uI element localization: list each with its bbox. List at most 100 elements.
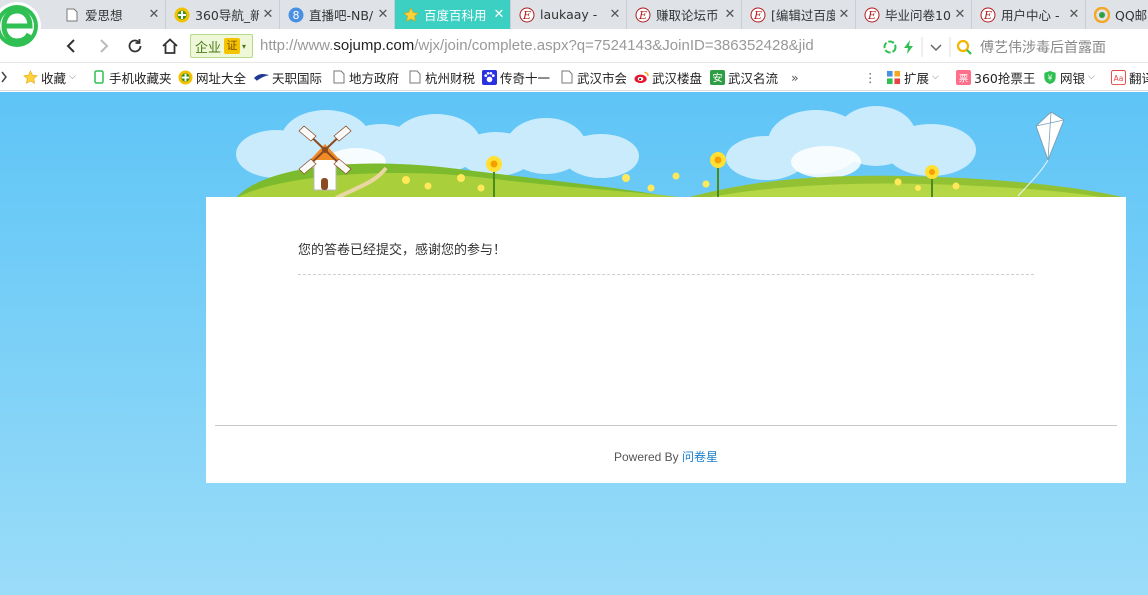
bookmark-tianzhi[interactable]: 天职国际 [254, 68, 322, 86]
bookmark-legend-eleven[interactable]: 传奇十一 [482, 68, 550, 86]
bookmarks-scroll-left[interactable] [0, 68, 8, 86]
reload-button[interactable] [124, 35, 146, 57]
address-input[interactable]: http://www.sojump.com/wjx/join/complete.… [260, 37, 880, 57]
home-icon [162, 38, 178, 54]
bookmark-local-gov[interactable]: 地方政府 [331, 68, 399, 86]
tab-aisixiang[interactable]: 爱思想 ✕ [56, 0, 166, 29]
enterprise-cert-badge[interactable]: 企业 证 ▾ [190, 34, 253, 58]
close-icon[interactable]: ✕ [951, 7, 969, 22]
close-icon[interactable]: ✕ [721, 7, 739, 22]
bookmark-wuhan-city[interactable]: 武汉市会 [559, 68, 627, 86]
svg-text:安: 安 [712, 71, 722, 84]
url-prefix: http://www. [260, 37, 334, 54]
page-icon [407, 70, 422, 85]
bookmark-wuhan-property[interactable]: 武汉楼盘 [634, 68, 702, 86]
bookmark-label: 地方政府 [349, 70, 400, 86]
browser-logo-icon[interactable] [0, 0, 44, 52]
bookmarks-more-button[interactable]: » [791, 68, 799, 86]
cert-icon: 证 [224, 38, 241, 54]
bookmark-label: 手机收藏夹 [109, 70, 172, 86]
close-icon[interactable]: ✕ [1065, 7, 1083, 22]
close-icon[interactable]: ✕ [490, 7, 508, 22]
tab-graduation-survey[interactable]: E 毕业问卷10 ✕ [856, 0, 972, 29]
bookmark-wuhan-celebrities[interactable]: 安 武汉名流 [710, 68, 778, 86]
extension-icon [886, 70, 901, 85]
tab-title: 360导航_新 [195, 8, 259, 23]
close-icon[interactable]: ✕ [606, 7, 624, 22]
bookmark-favorites[interactable]: 收藏 ⌵ [23, 68, 76, 86]
bookmark-label: 360抢票王 [974, 70, 1036, 86]
page-icon [64, 7, 80, 23]
tab-edited-baidu[interactable]: E [编辑过百度 ✕ [742, 0, 856, 29]
bookmark-360-ticket[interactable]: 票 360抢票王 [956, 68, 1035, 86]
tab-laukaay[interactable]: E laukaay - ✕ [511, 0, 627, 29]
chevron-down-icon[interactable] [929, 40, 943, 54]
tab-zhibo8[interactable]: 8 直播吧-NB/ ✕ [280, 0, 395, 29]
svg-text:E: E [522, 9, 531, 22]
360-nav-icon [174, 7, 190, 23]
bookmark-label: 传奇十一 [500, 70, 551, 86]
back-button[interactable] [60, 35, 82, 57]
dashed-divider [298, 274, 1034, 275]
page-icon [331, 70, 346, 85]
completion-panel: 您的答卷已经提交，感谢您的参与！ Powered By 问卷星 [206, 197, 1126, 483]
tab-title: 直播吧-NB/ [309, 8, 374, 23]
svg-text:Aa: Aa [1114, 73, 1124, 82]
close-icon[interactable]: ✕ [259, 7, 277, 22]
home-button[interactable] [159, 35, 181, 57]
tab-user-center[interactable]: E 用户中心 - ✕ [972, 0, 1086, 29]
bird-icon [254, 70, 269, 85]
search-input[interactable]: 傅艺伟涉毒后首露面 [956, 36, 1146, 58]
bookmark-site-directory[interactable]: 网址大全 [178, 68, 246, 86]
recycle-icon[interactable] [883, 40, 897, 54]
tab-title: 用户中心 - [1001, 8, 1060, 23]
tab-360-nav[interactable]: 360导航_新 ✕ [166, 0, 280, 29]
navigation-bar: 企业 证 ▾ http://www.sojump.com/wjx/join/co… [0, 29, 1148, 63]
svg-text:E: E [638, 9, 647, 22]
svg-text:票: 票 [959, 73, 968, 84]
chevron-down-icon: ⌵ [932, 72, 939, 82]
bookmark-translate[interactable]: Aa 翻译 [1111, 68, 1148, 86]
tab-title: 毕业问卷10 [885, 8, 951, 23]
lightning-icon[interactable] [903, 40, 915, 54]
tab-earn-coins[interactable]: E 赚取论坛币 ✕ [627, 0, 742, 29]
an-icon: 安 [710, 69, 725, 85]
tab-bar: 爱思想 ✕ 360导航_新 ✕ 8 直播吧-NB/ ✕ 百度百科用 ✕ E la… [0, 0, 1148, 50]
search-text: 傅艺伟涉毒后首露面 [980, 40, 1106, 56]
close-icon[interactable]: ✕ [835, 7, 853, 22]
close-icon[interactable]: ✕ [374, 7, 392, 22]
bookmarks-bar: 收藏 ⌵ 手机收藏夹 网址大全 天职国际 地方政府 杭州财税 传奇十一 武汉市会… [0, 63, 1148, 91]
paw-icon [482, 69, 497, 85]
divider-icon [921, 37, 923, 57]
bookmark-hangzhou-tax[interactable]: 杭州财税 [407, 68, 475, 86]
qq-mail-icon [1094, 6, 1110, 23]
tab-title: laukaay - [540, 7, 598, 22]
bookmark-online-bank[interactable]: ¥ 网银 ⌵ [1042, 68, 1095, 86]
bookmark-label: 武汉名流 [728, 70, 779, 86]
tab-baidu-baike[interactable]: 百度百科用 ✕ [395, 0, 511, 29]
footer-divider [215, 425, 1117, 426]
e-icon: E [864, 7, 880, 23]
powered-by-label: Powered By [613, 450, 679, 464]
star-icon [403, 6, 419, 23]
svg-text:E: E [867, 9, 876, 22]
360-nav-icon [178, 69, 193, 85]
shield-icon: ¥ [1042, 70, 1057, 85]
bookmarks-menu-dots-icon[interactable]: ⋮ [864, 68, 877, 86]
page-viewport: 您的答卷已经提交，感谢您的参与！ Powered By 问卷星 [0, 92, 1148, 595]
translate-icon: Aa [1111, 69, 1126, 85]
tab-title: 爱思想 [85, 8, 123, 23]
phone-icon [91, 70, 106, 85]
cert-label: 企业 [195, 40, 222, 56]
tab-title: 赚取论坛币 [656, 8, 719, 23]
tab-title: QQ邮 [1115, 8, 1148, 23]
page-icon [559, 70, 574, 85]
close-icon[interactable]: ✕ [145, 7, 163, 22]
arrow-right-icon [100, 39, 109, 53]
divider-icon [949, 37, 951, 57]
bookmark-extensions[interactable]: 扩展 ⌵ [886, 68, 939, 86]
forward-button[interactable] [93, 35, 115, 57]
tab-qq-mail[interactable]: QQ邮 [1086, 0, 1148, 29]
bookmark-mobile-favorites[interactable]: 手机收藏夹 [91, 68, 172, 86]
wenjuanxing-link[interactable]: 问卷星 [682, 450, 718, 464]
